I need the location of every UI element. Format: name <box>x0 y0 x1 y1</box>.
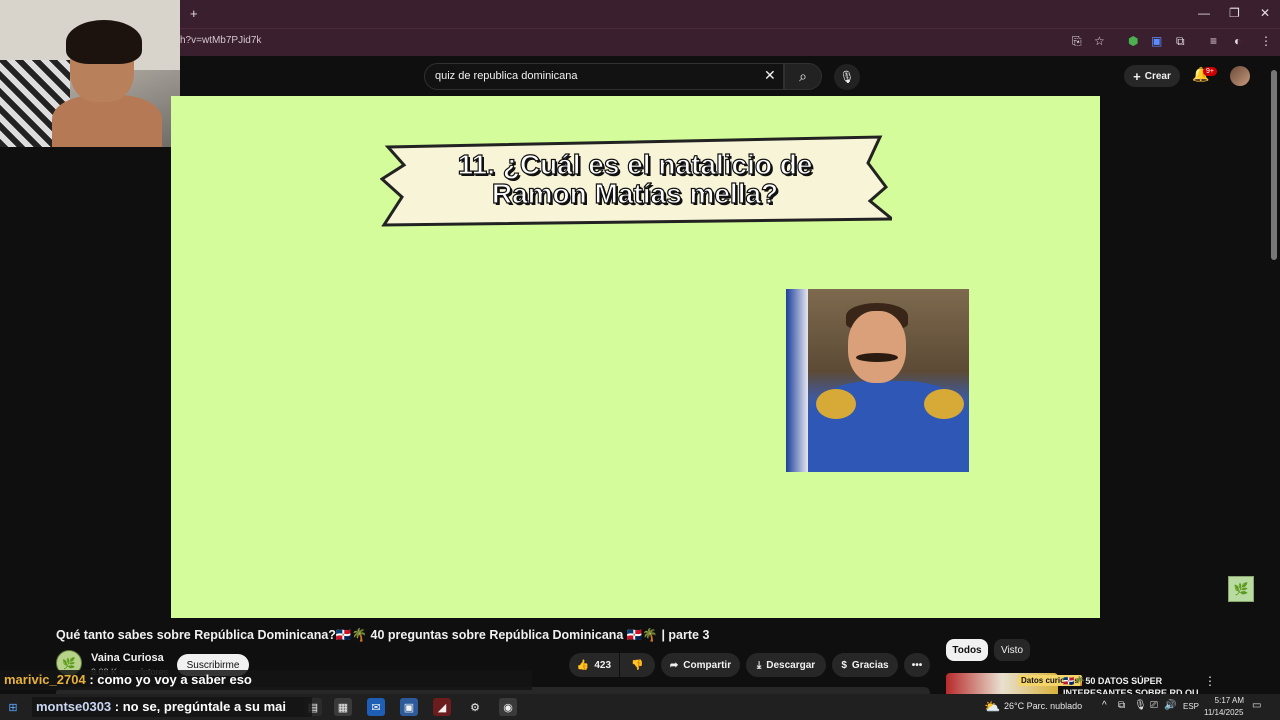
restore-icon[interactable]: ❐ <box>1229 6 1240 20</box>
microphone-icon: 🎙 <box>839 70 855 84</box>
video-title: Qué tanto sabes sobre República Dominica… <box>56 628 710 642</box>
download-icon: ⤓ <box>756 659 762 671</box>
like-count: 423 <box>594 659 612 671</box>
new-tab-button[interactable]: + <box>190 6 198 21</box>
start-windows-icon[interactable]: ⊞ <box>4 698 22 716</box>
url-field[interactable]: h?v=wtMb7PJid7k <box>180 35 261 46</box>
voice-search-button[interactable]: 🎙 <box>834 64 860 90</box>
mella-portrait-image <box>786 289 969 472</box>
dislike-button[interactable]: 👎 <box>620 653 655 677</box>
app-window-icon[interactable]: ▣ <box>400 698 418 716</box>
streamer-webcam <box>0 0 180 147</box>
like-button[interactable]: 👍 423 <box>569 653 619 677</box>
dollar-heart-icon: $ <box>841 659 847 671</box>
share-button[interactable]: ➦ Compartir <box>661 653 740 677</box>
more-actions-button[interactable]: ••• <box>904 653 930 677</box>
chat-username: montse0303 <box>36 699 112 714</box>
minimize-icon[interactable]: — <box>1198 6 1210 20</box>
clock-date[interactable]: 11/14/2025 <box>1204 708 1243 717</box>
chat-username: marivic_2704 <box>4 672 86 687</box>
chat-text: : no se, pregúntale a su mai <box>114 699 286 714</box>
notification-badge: 9+ <box>1203 67 1217 76</box>
recommended-more-icon[interactable]: ⋮ <box>1204 674 1216 688</box>
profile-icon[interactable]: ◐ <box>1234 34 1241 48</box>
extensions-puzzle-icon[interactable]: ⧉ <box>1176 34 1185 49</box>
create-button[interactable]: + Crear <box>1124 65 1180 87</box>
account-avatar[interactable] <box>1230 66 1250 86</box>
download-button[interactable]: ⤓ Descargar <box>746 653 826 677</box>
volume-icon[interactable]: 🔊 <box>1164 700 1176 711</box>
share-arrow-icon: ➦ <box>669 659 679 671</box>
search-icon: ⌕ <box>799 68 807 84</box>
network-icon[interactable]: ⎚ <box>1150 700 1158 711</box>
chat-message: montse0303 : no se, pregúntale a su mai <box>32 697 312 717</box>
search-button[interactable]: ⌕ <box>784 63 822 90</box>
install-app-icon[interactable]: ⎘ <box>1072 34 1082 49</box>
chat-text: : como yo voy a saber eso <box>89 672 252 687</box>
question-line-2: Ramon Matías mella? <box>491 178 779 209</box>
chip-visto[interactable]: Visto <box>994 639 1030 661</box>
translate-icon[interactable]: ▣ <box>1151 34 1162 48</box>
microphone-tray-icon[interactable]: 🎙 <box>1134 700 1147 711</box>
store-icon[interactable]: ▦ <box>334 698 352 716</box>
thanks-button[interactable]: $ Gracias <box>832 653 898 677</box>
create-label: Crear <box>1144 70 1171 82</box>
menu-kebab-icon[interactable]: ⋮ <box>1260 34 1272 48</box>
notification-center-icon[interactable]: ▭ <box>1252 700 1261 711</box>
weather-text[interactable]: 26°C Parc. nublado <box>1004 701 1082 711</box>
thumbs-down-icon: 👎 <box>631 659 644 671</box>
channel-watermark-icon[interactable]: 🌿 <box>1228 576 1254 602</box>
thumbs-up-icon: 👍 <box>576 659 590 671</box>
channel-name[interactable]: Vaina Curiosa <box>91 652 164 664</box>
question-text: 11. ¿Cuál es el natalicio de Ramon Matía… <box>420 149 850 209</box>
weather-icon[interactable]: ⛅ <box>984 699 1000 715</box>
clear-search-icon[interactable]: ✕ <box>764 67 776 84</box>
extension-shield-icon[interactable]: ⬢ <box>1128 34 1138 48</box>
mail-icon[interactable]: ✉ <box>367 698 385 716</box>
clock-time[interactable]: 5:17 AM <box>1208 696 1244 705</box>
chip-todos[interactable]: Todos <box>946 639 988 661</box>
download-label: Descargar <box>766 659 816 671</box>
more-dots-icon: ••• <box>911 659 923 671</box>
tray-chevron-icon[interactable]: ^ <box>1102 700 1107 711</box>
language-indicator[interactable]: ESP <box>1183 702 1199 711</box>
tray-app-icon[interactable]: ⧉ <box>1118 700 1125 711</box>
close-icon[interactable]: ✕ <box>1260 6 1270 20</box>
chrome-icon[interactable]: ◉ <box>499 698 517 716</box>
search-input[interactable]: quiz de republica dominicana <box>424 63 784 90</box>
question-line-1: 11. ¿Cuál es el natalicio de <box>457 149 813 180</box>
steam-icon[interactable]: ⚙ <box>466 698 484 716</box>
chat-message: marivic_2704 : como yo voy a saber eso <box>0 670 532 690</box>
share-label: Compartir <box>683 659 732 671</box>
page-scrollbar[interactable] <box>1271 70 1277 260</box>
thanks-label: Gracias <box>851 659 889 671</box>
plus-icon: + <box>1133 68 1141 84</box>
capcut-icon[interactable]: ◢ <box>433 698 451 716</box>
media-icon[interactable]: ≡ <box>1210 34 1217 48</box>
bookmark-star-icon[interactable]: ☆ <box>1094 34 1105 48</box>
